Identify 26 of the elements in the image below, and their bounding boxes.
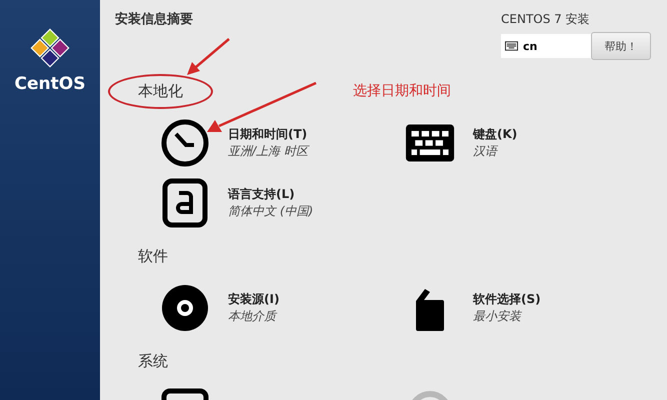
spoke-status: 最小安装 — [473, 308, 523, 325]
page-title: 安装信息摘要 — [115, 10, 193, 29]
spoke-status: 汉语 — [473, 143, 499, 160]
section-title: 系统 — [137, 351, 169, 372]
keyboard-layout-text: cn — [523, 40, 538, 52]
clock-icon[interactable] — [160, 118, 210, 168]
keyboard-icon — [505, 41, 518, 51]
spoke-title[interactable]: 键盘(K) — [473, 126, 518, 143]
spoke-title[interactable]: 软件选择(S) — [473, 291, 541, 308]
help-button[interactable]: 帮助！ — [591, 32, 651, 60]
section-title: 软件 — [137, 246, 169, 267]
spoke-status: 简体中文 (中国) — [228, 203, 314, 220]
product-title: CENTOS 7 安装 — [501, 11, 591, 28]
annotation-arrow — [184, 38, 230, 78]
keyboard-layout-indicator[interactable]: cn — [501, 34, 591, 58]
annotation-text: 选择日期和时间 — [353, 82, 451, 100]
spoke-status: 亚洲/上海 时区 — [228, 143, 308, 160]
spoke-title[interactable]: 语言支持(L) — [228, 186, 314, 203]
section-title: 本地化 — [108, 74, 213, 109]
spoke-title[interactable]: 安装源(I) — [228, 291, 280, 308]
spoke-title[interactable]: 日期和时间(T) — [228, 126, 308, 143]
logo-icon — [28, 26, 72, 70]
letter-a-icon[interactable] — [160, 178, 210, 228]
spoke-status: 本地介质 — [228, 308, 278, 325]
disc-icon[interactable] — [160, 283, 210, 333]
logo-text: CentOS — [14, 74, 86, 94]
